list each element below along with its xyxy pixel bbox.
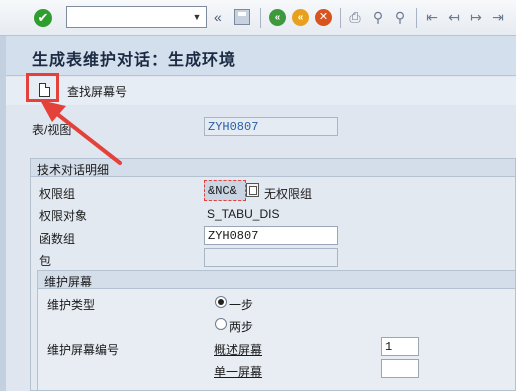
title-bar: 生成表维护对话：生成环境 (0, 36, 516, 76)
single-screen-label[interactable]: 单一屏幕 (214, 363, 262, 380)
exit-icon[interactable]: « (292, 9, 309, 26)
find-screen-label[interactable]: 查找屏幕号 (67, 83, 127, 100)
option-two-step-label[interactable]: 两步 (229, 318, 253, 335)
find-next-icon[interactable]: ⚲ (392, 9, 408, 25)
function-group-label: 函数组 (39, 232, 76, 246)
table-view-field: ZYH0807 (204, 117, 338, 136)
check-icon[interactable]: ✔ (34, 9, 52, 27)
save-icon[interactable] (234, 9, 250, 25)
function-group-field[interactable]: ZYH0807 (204, 226, 338, 245)
radio-two-step[interactable] (215, 318, 227, 330)
function-group-value: ZYH0807 (208, 229, 259, 243)
maintenance-type-label: 维护类型 (47, 298, 96, 312)
prev-page-icon[interactable]: ↤ (446, 9, 462, 25)
auth-group-label: 权限组 (39, 187, 76, 201)
tech-details-title: 技术对话明细 (37, 163, 110, 177)
auth-object-label: 权限对象 (39, 209, 88, 223)
screen-number-label: 维护屏幕编号 (47, 343, 120, 357)
back-icon[interactable]: « (269, 9, 286, 26)
cancel-icon[interactable]: ✕ (315, 9, 332, 26)
maintenance-title: 维护屏幕 (44, 275, 93, 289)
print-icon[interactable]: ⎙ (347, 9, 363, 25)
package-label: 包 (39, 254, 52, 268)
overview-screen-value: 1 (385, 340, 393, 354)
chevron-down-icon[interactable]: ▼ (190, 10, 204, 24)
toolbar-separator (340, 8, 341, 28)
maintenance-header: 维护屏幕 (38, 271, 515, 289)
single-screen-field[interactable] (381, 359, 419, 378)
copy-icon[interactable] (246, 183, 259, 197)
auth-group-value: &NC& (208, 184, 237, 198)
toolbar-separator (260, 8, 261, 28)
toolbar-separator (416, 8, 417, 28)
command-field[interactable]: ▼ (66, 6, 207, 28)
last-page-icon[interactable]: ⇥ (490, 9, 506, 25)
auth-group-text: 无权限组 (264, 187, 313, 201)
table-view-value: ZYH0807 (208, 120, 259, 134)
find-icon[interactable]: ⚲ (370, 9, 386, 25)
tech-details-header: 技术对话明细 (31, 159, 515, 177)
overview-screen-field[interactable]: 1 (381, 337, 419, 356)
overview-screen-label[interactable]: 概述屏幕 (214, 341, 262, 358)
table-view-label: 表/视图 (32, 123, 72, 137)
page-title: 生成表维护对话：生成环境 (32, 50, 237, 69)
auth-group-field[interactable]: &NC& (204, 180, 246, 201)
left-border (0, 36, 6, 391)
option-one-step-label[interactable]: 一步 (229, 296, 253, 313)
auth-object-value: S_TABU_DIS (207, 207, 280, 221)
package-field (204, 248, 338, 267)
annotation-highlight-box (26, 73, 59, 102)
next-page-icon[interactable]: ↦ (468, 9, 484, 25)
maintenance-section: 维护屏幕 (37, 270, 516, 391)
radio-one-step[interactable] (215, 296, 227, 308)
first-page-icon[interactable]: ⇤ (424, 9, 440, 25)
system-toolbar: ✔ ▼ « « « ✕ ⎙ ⚲ ⚲ ⇤ ↤ ↦ ⇥ (0, 0, 516, 36)
history-icon[interactable]: « (214, 9, 228, 25)
